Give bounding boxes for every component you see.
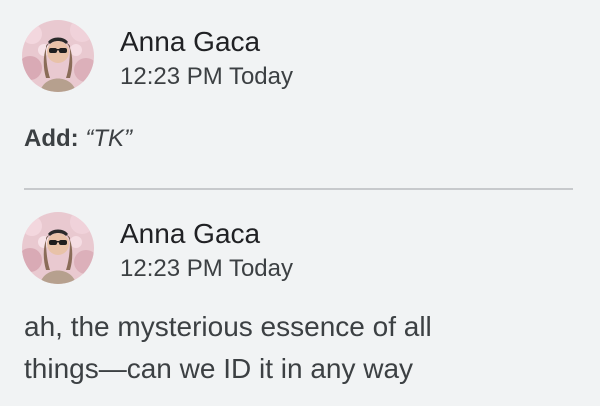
comment-body: ah, the mysterious essence of all things…	[24, 306, 584, 390]
comment-body-line: things—can we ID it in any way	[24, 353, 414, 384]
comment-body-line: ah, the mysterious essence of all	[24, 311, 432, 342]
suggestion-text: Add: “TK”	[24, 124, 132, 154]
suggestion-action: Add:	[24, 125, 79, 152]
author-name: Anna Gaca	[120, 218, 261, 249]
avatar-photo-icon	[22, 20, 94, 92]
author-name: Anna Gaca	[120, 26, 261, 57]
comment-timestamp: 12:23 PM Today	[120, 255, 294, 282]
comment-header: Anna Gaca 12:23 PM Today	[0, 192, 600, 302]
comment-card[interactable]: Anna Gaca 12:23 PM Today ah, the mysteri…	[0, 192, 600, 384]
avatar-photo-icon	[22, 212, 94, 284]
avatar[interactable]	[22, 212, 94, 284]
comment-header: Anna Gaca 12:23 PM Today	[0, 0, 600, 110]
avatar[interactable]	[22, 20, 94, 92]
comment-timestamp: 12:23 PM Today	[120, 63, 294, 90]
suggestion-quote: “TK”	[85, 125, 132, 152]
comment-card[interactable]: Anna Gaca 12:23 PM Today Add: “TK”	[0, 0, 600, 152]
divider	[24, 188, 573, 190]
